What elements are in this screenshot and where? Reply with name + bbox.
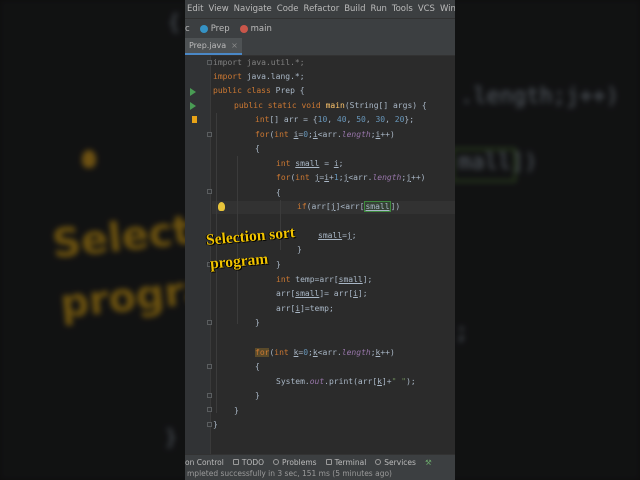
code-line-4: public static void main(String[] args) { <box>234 101 427 110</box>
tab-label: Prep.java <box>189 41 227 50</box>
status-bar: mpleted successfully in 3 sec, 151 ms (5… <box>185 468 455 480</box>
menu-navigate[interactable]: Navigate <box>232 4 275 14</box>
code-line-11: if(arr[j]<arr[small]) <box>297 201 401 212</box>
menu-code[interactable]: Code <box>275 4 302 14</box>
tool-problems[interactable]: Problems <box>273 458 317 467</box>
code-line-12: small=j; <box>318 231 357 240</box>
close-icon[interactable]: × <box>231 41 238 50</box>
tool-services[interactable]: Services <box>375 458 416 467</box>
code-line-14: } <box>276 260 281 269</box>
menu-view[interactable]: View <box>206 4 231 14</box>
code-line-24: } <box>213 420 218 429</box>
todo-icon <box>232 459 239 465</box>
code-line-3: public class Prep { <box>213 86 305 95</box>
tool-todo[interactable]: TODO <box>232 458 264 467</box>
code-line-23: } <box>234 406 239 415</box>
tab-prep-java[interactable]: Prep.java × <box>185 38 242 55</box>
code-line-2: import java.lang.*; <box>213 72 305 81</box>
menu-bar: Edit View Navigate Code Refactor Build R… <box>185 0 455 18</box>
breadcrumb-project[interactable]: c <box>185 24 190 34</box>
menu-window[interactable]: Windo <box>438 4 455 14</box>
code-line-1: import java.util.*; <box>213 58 305 67</box>
tool-window-bar: on Control TODO Problems Terminal Servic… <box>185 454 455 469</box>
code-line-9: for(int j=i+1;j<arr.length;j++) <box>276 173 426 182</box>
code-line-18: } <box>255 318 260 327</box>
code-line-15: int temp=arr[small]; <box>276 275 373 284</box>
menu-vcs[interactable]: VCS <box>416 4 438 14</box>
class-icon <box>199 25 208 33</box>
editor-tabs: Prep.java × <box>185 38 455 56</box>
menu-build[interactable]: Build <box>342 4 368 14</box>
problems-icon <box>273 459 280 465</box>
tool-version-control[interactable]: on Control <box>185 458 224 467</box>
code-line-21: System.out.print(arr[k]+" "); <box>276 377 416 386</box>
build-hammer-icon[interactable]: ⚒ <box>425 458 432 467</box>
method-icon <box>239 25 248 33</box>
code-line-16: arr[small]= arr[i]; <box>276 289 368 298</box>
code-line-10: { <box>276 188 281 197</box>
menu-run[interactable]: Run <box>369 4 390 14</box>
menu-tools[interactable]: Tools <box>390 4 416 14</box>
breadcrumb: c Prep main <box>185 18 455 40</box>
code-line-13: } <box>297 245 302 254</box>
right-shade <box>455 0 640 480</box>
left-shade <box>0 0 185 480</box>
code-line-5: int[] arr = {10, 40, 50, 30, 20}; <box>255 115 415 124</box>
breadcrumb-class[interactable]: Prep <box>196 24 230 34</box>
code-line-17: arr[i]=temp; <box>276 304 334 313</box>
tool-terminal[interactable]: Terminal <box>325 458 366 467</box>
code-line-7: { <box>255 144 260 153</box>
code-line-6: for(int i=0;i<arr.length;i++) <box>255 130 395 139</box>
menu-refactor[interactable]: Refactor <box>302 4 343 14</box>
code-line-20: { <box>255 362 260 371</box>
services-icon <box>375 459 382 465</box>
code-line-22: } <box>255 391 260 400</box>
terminal-icon <box>325 459 332 465</box>
breadcrumb-method[interactable]: main <box>236 24 272 34</box>
code-line-8: int small = i; <box>276 159 344 168</box>
code-line-19: for(int k=0;k<arr.length;k++) <box>255 348 395 357</box>
menu-edit[interactable]: Edit <box>185 4 206 14</box>
